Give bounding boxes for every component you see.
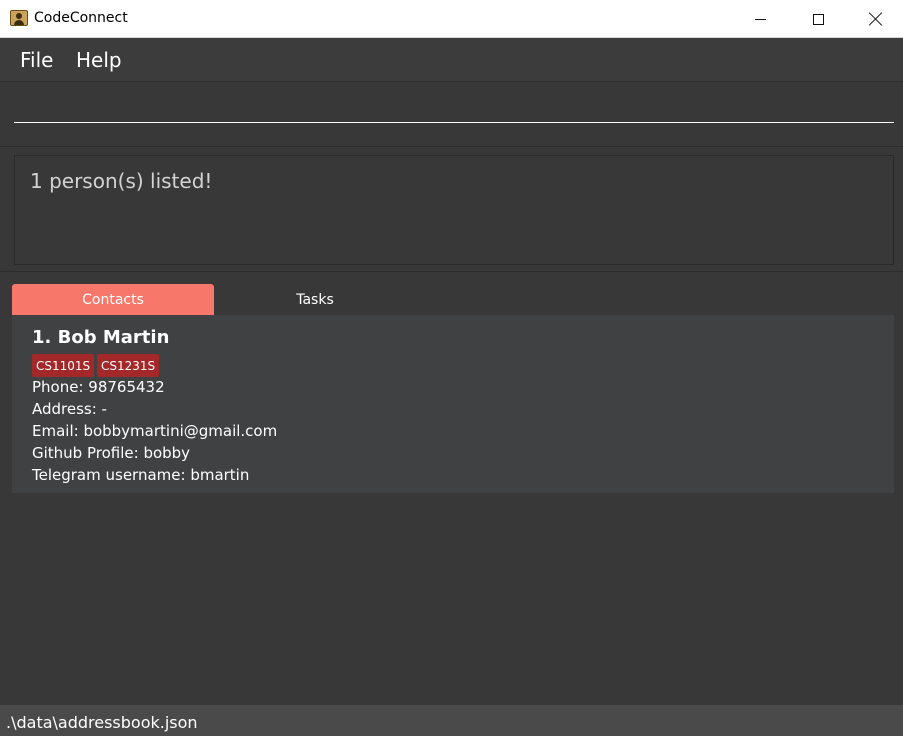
save-location: .\data\addressbook.json [6, 713, 198, 732]
menu-help[interactable]: Help [76, 48, 122, 72]
address-book-icon [10, 10, 28, 26]
tab-contacts[interactable]: Contacts [12, 284, 214, 315]
maximize-button[interactable] [789, 0, 847, 38]
section-divider [0, 271, 903, 272]
maximize-icon [812, 13, 824, 25]
status-bar: .\data\addressbook.json [0, 705, 903, 736]
contact-list: 1. Bob Martin CS1101S CS1231S Phone: 987… [12, 315, 894, 493]
tab-tasks[interactable]: Tasks [214, 284, 416, 315]
close-button[interactable] [847, 0, 903, 38]
command-box [0, 83, 903, 147]
menu-file[interactable]: File [20, 48, 53, 72]
close-icon [869, 12, 883, 26]
command-input[interactable] [14, 91, 894, 123]
contact-telegram: Telegram username: bmartin [32, 466, 250, 484]
tag-badge: CS1231S [97, 354, 160, 377]
window-title: CodeConnect [34, 10, 128, 26]
contact-address: Address: - [32, 400, 107, 418]
title-bar: CodeConnect [0, 0, 903, 38]
minimize-icon [754, 18, 766, 20]
result-message: 1 person(s) listed! [30, 169, 213, 193]
result-display: 1 person(s) listed! [14, 155, 894, 265]
tag-badge: CS1101S [32, 354, 95, 377]
menu-bar: File Help [0, 38, 903, 82]
contact-name: 1. Bob Martin [32, 327, 170, 348]
contact-email: Email: bobbymartini@gmail.com [32, 422, 278, 440]
minimize-button[interactable] [731, 0, 789, 38]
contact-github: Github Profile: bobby [32, 444, 191, 462]
contact-phone: Phone: 98765432 [32, 378, 165, 396]
